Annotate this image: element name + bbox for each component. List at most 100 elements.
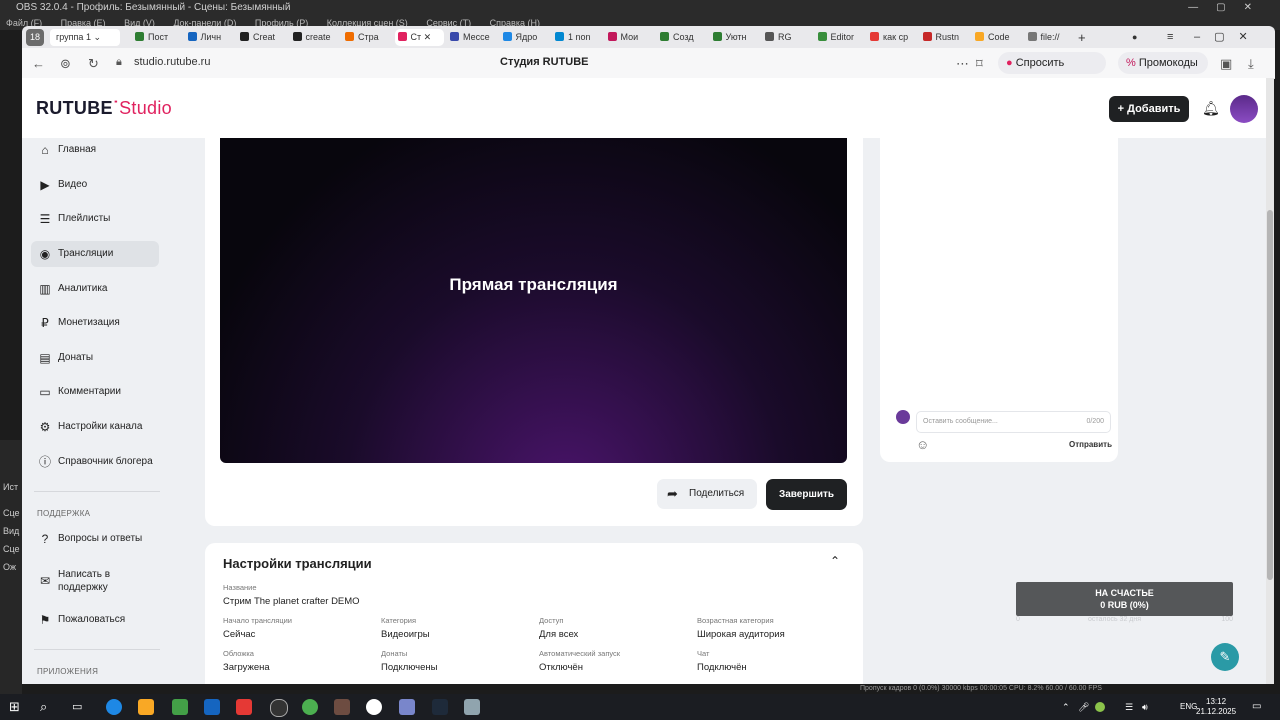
browser-tab[interactable]: Creat [237, 29, 286, 46]
rutube-studio-logo[interactable]: RUTUBE˙Studio [36, 98, 172, 119]
new-tab-icon[interactable]: + [1078, 29, 1094, 46]
more-icon[interactable]: ⋯ [956, 56, 969, 72]
profile-icon[interactable]: ● [1132, 29, 1146, 46]
support-heading: ПОДДЕРЖКА [37, 509, 91, 518]
add-button[interactable]: + Добавить [1109, 96, 1189, 122]
browser-tab[interactable]: Личн [185, 29, 234, 46]
tab-favicon-icon [765, 32, 774, 41]
shield-icon[interactable]: ⊚ [60, 56, 71, 72]
bell-icon[interactable]: 🔔︎ [1202, 100, 1220, 116]
yandex-browser-icon[interactable] [366, 699, 382, 715]
clock-date: 21.12.2025 [1196, 707, 1237, 716]
sidebar-item-donations[interactable]: ▤ Донаты [31, 345, 159, 371]
obs-window-controls[interactable]: —▢✕ [1188, 0, 1270, 16]
browser-tab[interactable]: Стра [342, 29, 391, 46]
sidebar-item-monetization[interactable]: ₽ Монетизация [31, 310, 159, 336]
field-label: Автоматический запуск [539, 649, 621, 658]
sidebar-item-home[interactable]: ⌂ Главная [31, 137, 159, 163]
microphone-icon[interactable]: 🎤︎ [1078, 699, 1094, 715]
promocodes-label: Промокоды [1138, 57, 1198, 69]
apps-heading: ПРИЛОЖЕНИЯ [37, 667, 99, 676]
browser-tab[interactable]: 1 non [552, 29, 601, 46]
browser-tab[interactable]: Мои [605, 29, 654, 46]
wifi-icon[interactable]: ☰ [1125, 699, 1141, 715]
volume-icon[interactable]: 🔊︎ [1142, 699, 1158, 715]
yandex-icon[interactable] [236, 699, 252, 715]
sidebar-item-playlists[interactable]: ☰ Плейлисты [31, 206, 159, 232]
browser-tab[interactable]: Созд [657, 29, 706, 46]
send-button[interactable]: Отправить [1069, 440, 1112, 449]
outlook-icon[interactable] [204, 699, 220, 715]
browser-tab-bar: 18 группа 1 ⌄ Пост Личн Creat create Стра Ст … [22, 26, 1275, 48]
sidebar-item-analytics[interactable]: ▥ Аналитика [31, 276, 159, 302]
menu-icon[interactable]: ≡ [1167, 29, 1181, 46]
tab-group-counter[interactable]: 18 [26, 29, 44, 46]
emoji-icon[interactable]: ☺ [916, 437, 929, 452]
sidebar-item-videos[interactable]: ▶ Видео [31, 172, 159, 198]
chevron-up-icon[interactable]: ⌃ [830, 554, 840, 568]
avatar[interactable] [1230, 95, 1258, 123]
notifications-icon[interactable]: ▭ [1252, 699, 1268, 715]
sidebar-item-label: Комментарии [58, 386, 121, 397]
sidebar-item-comments[interactable]: ▭ Комментарии [31, 379, 159, 405]
browser-tab[interactable]: Уютн [710, 29, 759, 46]
studio-header: RUTUBE˙Studio + Добавить 🔔︎ [22, 78, 1267, 138]
share-button[interactable]: ➦ Поделиться [657, 479, 757, 509]
search-icon[interactable]: ⌕ [40, 699, 56, 715]
browser-tab[interactable]: Editor [815, 29, 864, 46]
stream-player[interactable]: Прямая трансляция [220, 138, 847, 463]
scrollbar-thumb[interactable] [1267, 210, 1273, 580]
chat-support-icon[interactable]: ✎ [1211, 643, 1239, 671]
sidebar-item-write-support[interactable]: ✉ Написать в поддержку [31, 566, 159, 596]
minecraft-icon[interactable] [334, 699, 350, 715]
chrome-icon[interactable] [302, 699, 318, 715]
tab-group-label[interactable]: группа 1 ⌄ [50, 29, 120, 46]
obs-icon[interactable] [270, 699, 288, 717]
edge-icon[interactable] [106, 699, 122, 715]
reload-icon[interactable]: ↻ [88, 56, 99, 72]
sidebar-item-faq[interactable]: ? Вопросы и ответы [31, 526, 159, 552]
collections-icon[interactable]: ▣ [1220, 56, 1232, 72]
browser-tab[interactable]: RG [762, 29, 811, 46]
browser-tab[interactable]: Rustn [920, 29, 969, 46]
browser-tab[interactable]: Ядро [500, 29, 549, 46]
steam-icon[interactable] [432, 699, 448, 715]
chat-message-input[interactable]: Оставить сообщение... 0/200 [916, 411, 1111, 433]
close-tab-icon[interactable]: ✕ [421, 32, 432, 42]
sidebar-item-streams[interactable]: ◉ Трансляции [31, 241, 159, 267]
obs-dock-label: Ож [3, 562, 17, 572]
sidebar-item-channel-settings[interactable]: ⚙ Настройки канала [31, 414, 159, 440]
browser-tab[interactable]: Ст ✕ [394, 29, 444, 46]
promocodes-button[interactable]: % Промокоды [1118, 52, 1208, 74]
sidebar-item-report[interactable]: ⚑ Пожаловаться [31, 607, 159, 633]
download-icon[interactable]: ⤓ [1248, 56, 1254, 72]
language-indicator[interactable]: ENG [1180, 702, 1197, 711]
back-icon[interactable]: ← [32, 56, 45, 71]
field-value: Загружена [223, 662, 270, 673]
ask-alice-button[interactable]: ● Спросить Алису AI [998, 52, 1106, 91]
url-field[interactable]: studio.rutube.ru [134, 56, 210, 68]
browser-tab[interactable]: create [290, 29, 339, 46]
app-icon[interactable] [464, 699, 480, 715]
tray-chevron-icon[interactable]: ⌃ [1062, 699, 1078, 715]
browser-tab[interactable]: как ср [867, 29, 916, 46]
field-label: Название [223, 583, 257, 592]
end-stream-button[interactable]: Завершить [766, 479, 847, 510]
field-label: Начало трансляции [223, 616, 292, 625]
clock[interactable]: 13:12 21.12.2025 [1196, 697, 1236, 717]
store-icon[interactable] [172, 699, 188, 715]
broadcast-icon: ◉ [39, 247, 51, 261]
windows-start-icon[interactable]: ⊞ [9, 699, 25, 715]
browser-tab[interactable]: file:// [1025, 29, 1074, 46]
browser-tab[interactable]: Пост [132, 29, 181, 46]
game-icon[interactable] [399, 699, 415, 715]
file-explorer-icon[interactable] [138, 699, 154, 715]
sidebar-item-blogger-guide[interactable]: ⓘ Справочник блогера [31, 449, 159, 475]
bookmark-icon[interactable]: ⌑ [976, 56, 983, 72]
wallet-icon: ▤ [39, 351, 51, 365]
browser-tab[interactable]: Мессе [447, 29, 496, 46]
browser-tab[interactable]: Code [972, 29, 1021, 46]
window-controls[interactable]: –▢✕ [1194, 29, 1254, 46]
tray-app-icon[interactable] [1095, 702, 1105, 712]
task-view-icon[interactable]: ▭ [72, 699, 88, 715]
